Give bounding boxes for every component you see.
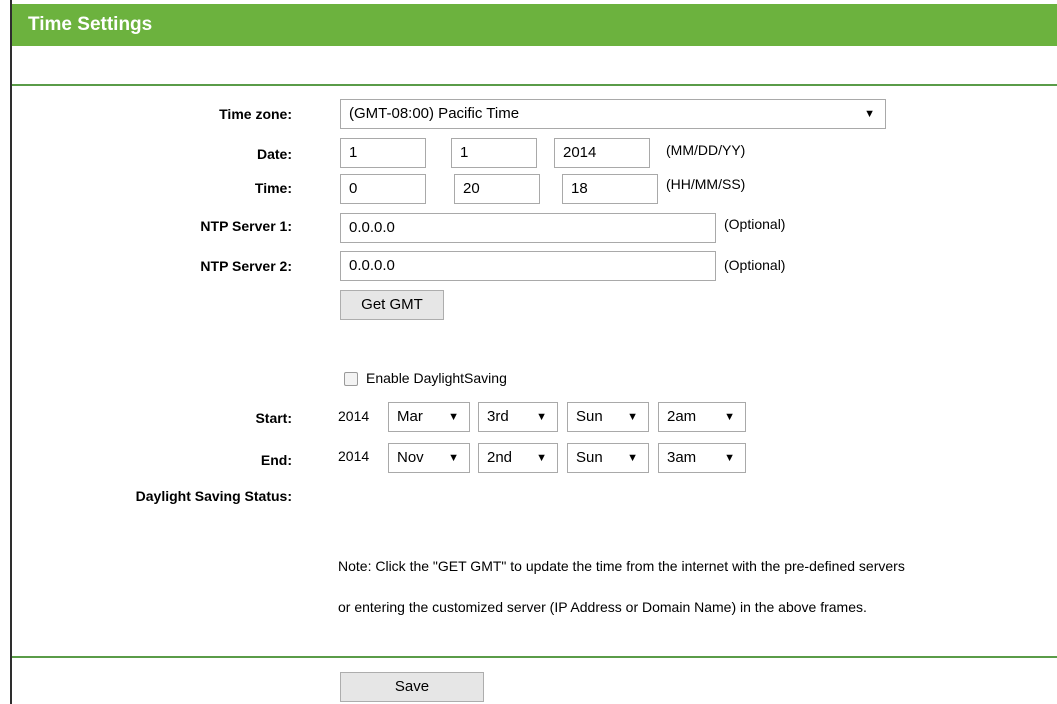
chevron-down-icon: ▼	[627, 452, 638, 464]
end-month-value: Nov	[397, 449, 424, 466]
note-line-2: or entering the customized server (IP Ad…	[338, 599, 867, 615]
date-label: Date:	[256, 146, 292, 162]
time-settings-panel: Time Settings Time zone: (GMT-08:00) Pac…	[10, 0, 1057, 704]
daylight-saving-status-label: Daylight Saving Status:	[135, 488, 292, 504]
end-day-value: Sun	[576, 449, 603, 466]
ntp-server-2-hint: (Optional)	[724, 257, 786, 273]
date-month-input[interactable]: 1	[340, 138, 426, 168]
time-format-hint: (HH/MM/SS)	[666, 176, 746, 192]
start-month-value: Mar	[397, 408, 423, 425]
time-zone-select[interactable]: (GMT-08:00) Pacific Time ▼	[340, 99, 886, 129]
time-second-input[interactable]: 18	[562, 174, 658, 204]
end-week-value: 2nd	[487, 449, 513, 466]
end-day-select[interactable]: Sun ▼	[567, 443, 649, 473]
time-zone-label: Time zone:	[219, 106, 292, 122]
date-format-hint: (MM/DD/YY)	[666, 142, 746, 158]
end-label: End:	[260, 452, 292, 468]
page-title: Time Settings	[12, 4, 1057, 46]
chevron-down-icon: ▼	[536, 452, 547, 464]
ntp-server-1-input[interactable]: 0.0.0.0	[340, 213, 716, 243]
start-day-select[interactable]: Sun ▼	[567, 402, 649, 432]
ntp-server-1-hint: (Optional)	[724, 216, 786, 232]
start-hour-value: 2am	[667, 408, 697, 425]
time-label: Time:	[254, 180, 292, 196]
ntp-server-1-label: NTP Server 1:	[200, 218, 292, 234]
date-year-input[interactable]: 2014	[554, 138, 650, 168]
start-year: 2014	[338, 408, 370, 424]
get-gmt-button[interactable]: Get GMT	[340, 290, 444, 320]
start-week-value: 3rd	[487, 408, 509, 425]
bottom-divider	[12, 656, 1057, 658]
start-month-select[interactable]: Mar ▼	[388, 402, 470, 432]
start-week-select[interactable]: 3rd ▼	[478, 402, 558, 432]
note-line-1: Note: Click the "GET GMT" to update the …	[338, 558, 905, 574]
time-zone-value: (GMT-08:00) Pacific Time	[349, 105, 520, 122]
enable-daylight-saving-label: Enable DaylightSaving	[366, 370, 507, 386]
save-button[interactable]: Save	[340, 672, 484, 702]
end-hour-select[interactable]: 3am ▼	[658, 443, 746, 473]
end-month-select[interactable]: Nov ▼	[388, 443, 470, 473]
chevron-down-icon: ▼	[724, 411, 735, 423]
top-divider	[12, 84, 1057, 86]
date-day-input[interactable]: 1	[451, 138, 537, 168]
chevron-down-icon: ▼	[448, 452, 459, 464]
chevron-down-icon: ▼	[536, 411, 547, 423]
end-hour-value: 3am	[667, 449, 697, 466]
time-hour-input[interactable]: 0	[340, 174, 426, 204]
time-minute-input[interactable]: 20	[454, 174, 540, 204]
enable-daylight-saving-checkbox[interactable]	[344, 372, 358, 386]
chevron-down-icon: ▼	[448, 411, 459, 423]
ntp-server-2-input[interactable]: 0.0.0.0	[340, 251, 716, 281]
start-label: Start:	[255, 410, 292, 426]
end-week-select[interactable]: 2nd ▼	[478, 443, 558, 473]
chevron-down-icon: ▼	[864, 108, 875, 120]
end-year: 2014	[338, 448, 370, 464]
chevron-down-icon: ▼	[627, 411, 638, 423]
start-hour-select[interactable]: 2am ▼	[658, 402, 746, 432]
chevron-down-icon: ▼	[724, 452, 735, 464]
start-day-value: Sun	[576, 408, 603, 425]
ntp-server-2-label: NTP Server 2:	[200, 258, 292, 274]
